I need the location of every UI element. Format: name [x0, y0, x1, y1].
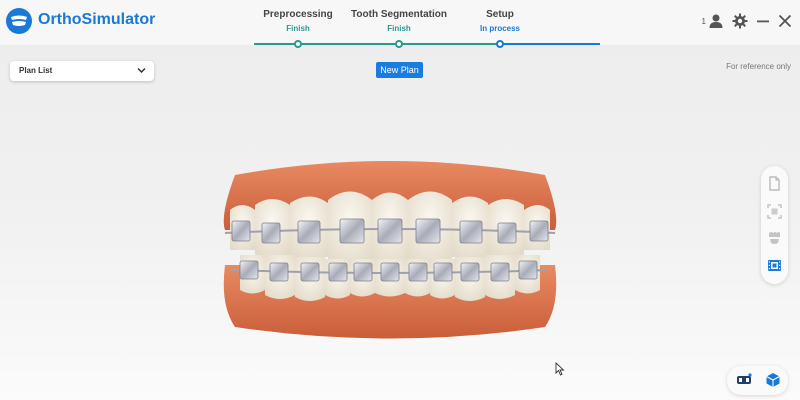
mouse-cursor-icon [555, 362, 565, 376]
film-view-icon[interactable] [767, 258, 782, 273]
new-plan-button[interactable]: New Plan [376, 62, 423, 78]
close-icon[interactable] [778, 14, 792, 28]
plan-list-label: Plan List [19, 66, 53, 75]
gear-icon[interactable] [732, 13, 748, 29]
window-controls: 1 [702, 12, 792, 30]
side-toolbar [761, 166, 788, 284]
user-icon[interactable] [708, 13, 724, 29]
document-icon[interactable] [767, 176, 782, 191]
step-dot-tooth-segmentation[interactable] [395, 40, 403, 48]
reference-note: For reference only [726, 62, 791, 71]
braces-view-icon[interactable] [736, 373, 752, 387]
view-mode-toggle [727, 366, 788, 395]
step-remaining-line [500, 43, 600, 45]
step-dot-setup[interactable] [496, 40, 504, 48]
lower-brackets [239, 260, 538, 282]
step-status: In process [479, 24, 520, 33]
step-setup[interactable]: Setup In process [435, 9, 565, 33]
teeth-icon[interactable] [767, 230, 782, 245]
plan-list-dropdown[interactable]: Plan List [10, 61, 154, 81]
scan-frame-icon[interactable] [767, 204, 782, 219]
chevron-down-icon [137, 67, 146, 74]
workflow-stepper: Preprocessing Finish Tooth Segmentation … [0, 0, 800, 50]
step-dot-preprocessing[interactable] [294, 40, 302, 48]
step-progress-line [254, 43, 514, 45]
step-title: Setup [486, 9, 514, 20]
dental-3d-model[interactable] [210, 155, 570, 345]
minimize-icon[interactable] [756, 14, 770, 28]
user-count: 1 [701, 16, 706, 26]
cube-view-icon[interactable] [765, 372, 781, 388]
